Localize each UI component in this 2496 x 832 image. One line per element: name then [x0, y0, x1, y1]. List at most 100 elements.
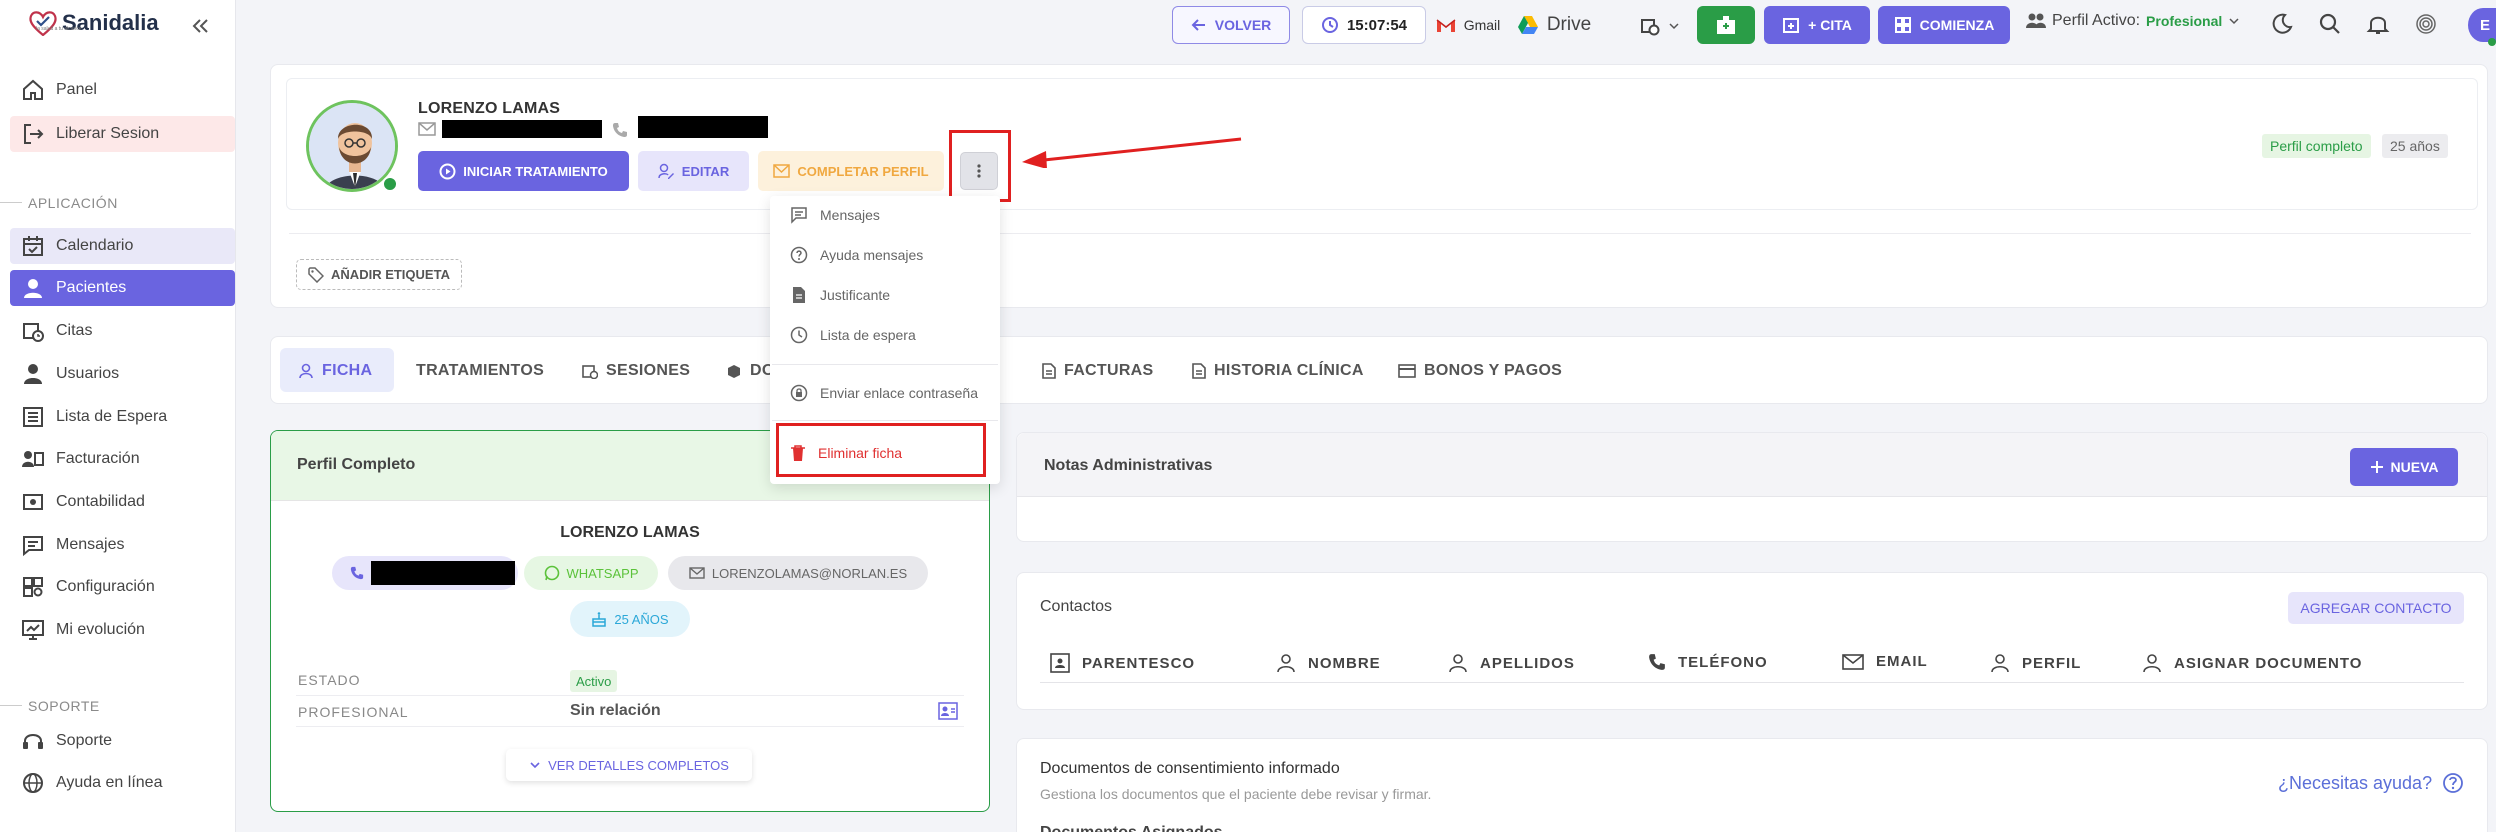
edit-label: EDITAR	[681, 163, 730, 179]
drive-icon	[1517, 15, 1539, 35]
section-soporte: SOPORTE	[28, 698, 100, 714]
column-email: EMAIL	[1842, 653, 1928, 670]
help-link[interactable]: ¿Necesitas ayuda?	[2278, 772, 2464, 794]
sidebar-item-pacientes[interactable]: Pacientes	[10, 270, 235, 306]
whatsapp-label: WHATSAPP	[566, 565, 639, 581]
calendar-clock-icon	[1640, 16, 1660, 36]
new-note-label: NUEVA	[2390, 459, 2439, 475]
assign-professional-icon[interactable]	[938, 702, 958, 720]
tab-documentos[interactable]: DO	[726, 356, 775, 386]
patient-name: LORENZO LAMAS	[418, 100, 561, 117]
sidebar-item-mensajes[interactable]: Mensajes	[10, 527, 235, 563]
whatsapp-chip[interactable]: WHATSAPP	[524, 556, 658, 590]
sidebar-item-liberar-sesion[interactable]: Liberar Sesion	[10, 116, 235, 152]
sidebar-item-usuarios[interactable]: Usuarios	[10, 356, 235, 392]
dark-mode-icon[interactable]	[2270, 12, 2294, 36]
email-chip[interactable]: LORENZOLAMAS@NORLAN.ES	[668, 556, 928, 590]
tab-label: HISTORIA CLÍNICA	[1214, 362, 1364, 379]
edit-button[interactable]: EDITAR	[638, 151, 749, 191]
search-icon[interactable]	[2318, 12, 2342, 36]
clinic-button[interactable]	[1697, 6, 1755, 44]
user-edit-icon	[658, 163, 675, 180]
menu-item-label: Justificante	[820, 287, 891, 303]
add-cita-button[interactable]: + CITA	[1764, 6, 1870, 44]
profesional-value: Sin relación	[570, 702, 661, 719]
sidebar-item-citas[interactable]: Citas	[10, 313, 235, 349]
sidebar-item-configuracion[interactable]: Configuración	[10, 569, 235, 605]
tab-ficha[interactable]: FICHA	[298, 356, 372, 386]
app-tagline: la salud a tu alcance	[36, 26, 82, 32]
highlight-box-eliminar	[776, 423, 986, 477]
sidebar-item-contabilidad[interactable]: Contabilidad	[10, 484, 235, 520]
tab-tratamientos[interactable]: TRATAMIENTOS	[416, 356, 544, 386]
sidebar-item-calendario[interactable]: Calendario	[10, 228, 235, 264]
phone-icon	[1648, 653, 1666, 671]
app-logo[interactable]: Sanidalia	[28, 10, 159, 36]
sidebar-item-panel[interactable]: Panel	[10, 72, 235, 108]
mail-icon	[418, 122, 436, 136]
back-button[interactable]: VOLVER	[1172, 6, 1290, 44]
user-icon	[20, 275, 46, 301]
column-perfil: PERFIL	[1990, 653, 2081, 673]
sidebar-item-label: Pacientes	[56, 279, 127, 296]
phone-chip[interactable]	[332, 556, 518, 590]
list-icon	[20, 404, 46, 430]
notification-bell-icon[interactable]	[2366, 12, 2390, 36]
menu-item-lista-espera[interactable]: Lista de espera	[790, 326, 916, 344]
menu-item-label: Ayuda mensajes	[820, 247, 924, 263]
menu-item-enviar-enlace[interactable]: Enviar enlace contraseña	[790, 384, 978, 402]
tab-label: BONOS Y PAGOS	[1424, 362, 1563, 379]
start-treatment-button[interactable]: INICIAR TRATAMIENTO	[418, 151, 629, 191]
sidebar-item-label: Ayuda en línea	[56, 774, 163, 791]
sidebar-item-lista-espera[interactable]: Lista de Espera	[10, 399, 235, 435]
menu-item-label: Lista de espera	[820, 327, 916, 343]
gmail-link[interactable]: Gmail	[1432, 6, 1504, 44]
section-divider	[0, 202, 22, 203]
tab-historia-clinica[interactable]: HISTORIA CLÍNICA	[1192, 356, 1364, 386]
tab-bonos-pagos[interactable]: BONOS Y PAGOS	[1398, 356, 1562, 386]
section-aplicacion: APLICACIÓN	[28, 195, 118, 211]
phone-icon	[350, 566, 364, 580]
documents-assigned-heading: Documentos Asignados	[1040, 824, 1223, 832]
add-contact-button[interactable]: AGREGAR CONTACTO	[2288, 592, 2464, 624]
clock-button[interactable]: 15:07:54	[1302, 6, 1426, 44]
new-note-button[interactable]: NUEVA	[2350, 448, 2458, 486]
sidebar-item-soporte[interactable]: Soporte	[10, 723, 235, 759]
file-icon	[1192, 363, 1206, 379]
chevron-down-icon	[1668, 20, 1680, 32]
sidebar-item-label: Calendario	[56, 237, 134, 254]
menu-item-ayuda-mensajes[interactable]: Ayuda mensajes	[790, 246, 923, 264]
document-icon	[790, 286, 808, 304]
help-label: ¿Necesitas ayuda?	[2278, 772, 2433, 793]
user-avatar[interactable]: E	[2468, 8, 2496, 42]
sidebar: Sanidalia la salud a tu alcance Panel Li…	[0, 0, 236, 832]
perfil-activo-selector[interactable]: Perfil Activo: Profesional	[2026, 12, 2240, 30]
notes-header	[1017, 433, 2487, 497]
add-contact-label: AGREGAR CONTACTO	[2300, 600, 2452, 616]
calendar-clock-icon	[20, 318, 46, 344]
redacted-phone	[371, 561, 515, 585]
estado-badge: Activo	[570, 670, 618, 692]
sidebar-item-ayuda[interactable]: Ayuda en línea	[10, 765, 235, 801]
user-icon	[298, 363, 314, 379]
person-icon	[1276, 653, 1296, 673]
drive-link[interactable]: Drive	[1514, 6, 1594, 44]
comienza-label: COMIENZA	[1919, 17, 1995, 33]
view-details-button[interactable]: VER DETALLES COMPLETOS	[506, 749, 752, 781]
comienza-button[interactable]: COMIENZA	[1878, 6, 2010, 44]
tab-sesiones[interactable]: SESIONES	[582, 356, 690, 386]
add-cita-label: + CITA	[1808, 17, 1852, 33]
menu-item-mensajes[interactable]: Mensajes	[790, 206, 880, 224]
sidebar-item-mi-evolucion[interactable]: Mi evolución	[10, 612, 235, 648]
sidebar-item-facturacion[interactable]: Facturación	[10, 441, 235, 477]
id-card-icon	[1050, 653, 1070, 673]
fingerprint-icon[interactable]	[2414, 12, 2438, 36]
calendar-dropdown[interactable]	[1636, 8, 1684, 44]
header-divider	[289, 233, 2471, 234]
complete-profile-button[interactable]: COMPLETAR PERFIL	[758, 151, 944, 191]
tab-facturas[interactable]: FACTURAS	[1042, 356, 1154, 386]
add-tag-button[interactable]: AÑADIR ETIQUETA	[296, 259, 462, 290]
menu-item-justificante[interactable]: Justificante	[790, 286, 890, 304]
column-label: NOMBRE	[1308, 654, 1381, 672]
collapse-sidebar-icon[interactable]	[188, 14, 212, 38]
